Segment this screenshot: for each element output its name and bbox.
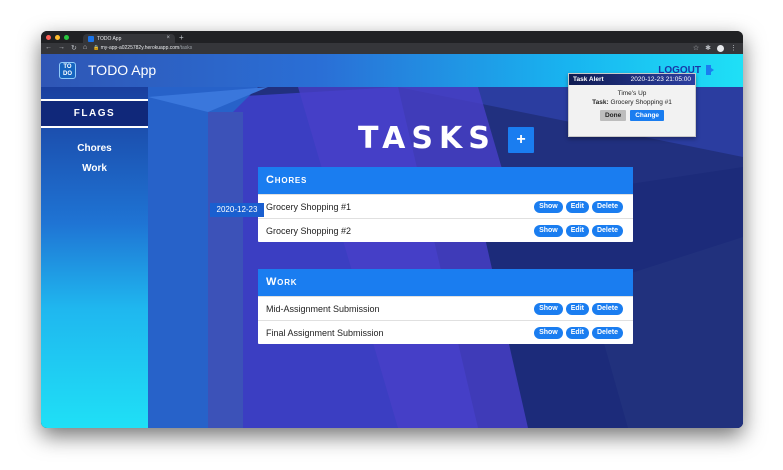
task-name: Grocery Shopping #1 xyxy=(266,202,352,212)
back-icon[interactable]: ← xyxy=(45,44,52,52)
due-date-flag: 2020-12-23 xyxy=(210,203,264,217)
alert-task-name: Grocery Shopping #1 xyxy=(610,99,672,106)
sidebar: FLAGS Chores Work xyxy=(41,87,148,428)
url-field[interactable]: 🔒 my-app-a0225782y.herokuapp.com/tasks xyxy=(93,45,192,51)
page-title: TASKS xyxy=(358,121,496,156)
extension-icon[interactable]: ✱ xyxy=(705,44,711,52)
url-path: /tasks xyxy=(179,45,193,51)
edit-button[interactable]: Edit xyxy=(565,303,589,315)
edit-button[interactable]: Edit xyxy=(565,201,589,213)
task-name: Mid-Assignment Submission xyxy=(266,304,380,314)
url-host: my-app-a0225782y.herokuapp.com xyxy=(100,45,180,51)
alert-message: Time's Up xyxy=(617,90,647,97)
delete-button[interactable]: Delete xyxy=(591,201,623,213)
task-name: Grocery Shopping #2 xyxy=(266,226,352,236)
alert-task-line: Task: Grocery Shopping #1 xyxy=(569,98,695,107)
address-bar: ← → ↻ ⌂ 🔒 my-app-a0225782y.herokuapp.com… xyxy=(41,43,743,54)
done-button[interactable]: Done xyxy=(599,110,627,121)
add-task-button[interactable]: + xyxy=(508,127,534,153)
task-row[interactable]: Grocery Shopping #2 Show Edit Delete xyxy=(258,218,633,242)
alert-header: Task Alert 2020-12-23 21:05:00 xyxy=(569,74,695,85)
minimize-window-icon[interactable] xyxy=(55,35,60,40)
profile-icon[interactable] xyxy=(717,44,724,52)
show-button[interactable]: Show xyxy=(534,303,563,315)
star-icon[interactable]: ☆ xyxy=(693,44,699,52)
task-alert-popup: Task Alert 2020-12-23 21:05:00 Time's Up… xyxy=(568,73,696,137)
new-tab-button[interactable]: + xyxy=(179,33,184,42)
lock-icon: 🔒 xyxy=(93,45,100,51)
menu-icon[interactable]: ⋮ xyxy=(730,44,737,52)
alert-task-label: Task: xyxy=(592,99,609,106)
task-row[interactable]: Grocery Shopping #1 Show Edit Delete xyxy=(258,194,633,218)
forward-icon[interactable]: → xyxy=(58,44,65,52)
browser-tab[interactable]: TODO App × xyxy=(83,34,175,43)
task-group-chores: Chores Grocery Shopping #1 Show Edit Del… xyxy=(258,167,633,242)
flags-heading: FLAGS xyxy=(41,99,148,128)
delete-button[interactable]: Delete xyxy=(591,303,623,315)
show-button[interactable]: Show xyxy=(534,201,563,213)
group-header[interactable]: Chores xyxy=(258,167,633,194)
task-row[interactable]: Mid-Assignment Submission Show Edit Dele… xyxy=(258,296,633,320)
main-content: TASKS + Chores Grocery Shopping #1 Show … xyxy=(148,87,743,428)
task-row[interactable]: Final Assignment Submission Show Edit De… xyxy=(258,320,633,344)
show-button[interactable]: Show xyxy=(534,327,563,339)
maximize-window-icon[interactable] xyxy=(64,35,69,40)
task-group-work: Work Mid-Assignment Submission Show Edit… xyxy=(258,269,633,344)
alert-time: 2020-12-23 21:05:00 xyxy=(630,76,691,83)
alert-body: Time's Up Task: Grocery Shopping #1 Done… xyxy=(569,85,695,121)
delete-button[interactable]: Delete xyxy=(591,225,623,237)
tab-strip: TODO App × + xyxy=(41,31,743,43)
alert-title: Task Alert xyxy=(573,76,604,83)
reload-icon[interactable]: ↻ xyxy=(71,44,77,52)
app-title[interactable]: TODO App xyxy=(88,62,156,78)
sidebar-item-work[interactable]: Work xyxy=(41,163,148,174)
tab-favicon-icon xyxy=(88,35,94,42)
home-icon[interactable]: ⌂ xyxy=(83,44,87,52)
task-name: Final Assignment Submission xyxy=(266,328,384,338)
change-button[interactable]: Change xyxy=(630,110,665,121)
sidebar-item-chores[interactable]: Chores xyxy=(41,143,148,154)
tab-title: TODO App xyxy=(97,35,122,42)
window-controls xyxy=(46,35,69,40)
close-window-icon[interactable] xyxy=(46,35,51,40)
app-logo[interactable]: TO DO xyxy=(59,62,76,79)
delete-button[interactable]: Delete xyxy=(591,327,623,339)
group-header[interactable]: Work xyxy=(258,269,633,296)
logout-icon[interactable] xyxy=(705,64,715,76)
show-button[interactable]: Show xyxy=(534,225,563,237)
edit-button[interactable]: Edit xyxy=(565,225,589,237)
tab-close-icon[interactable]: × xyxy=(166,35,170,41)
edit-button[interactable]: Edit xyxy=(565,327,589,339)
